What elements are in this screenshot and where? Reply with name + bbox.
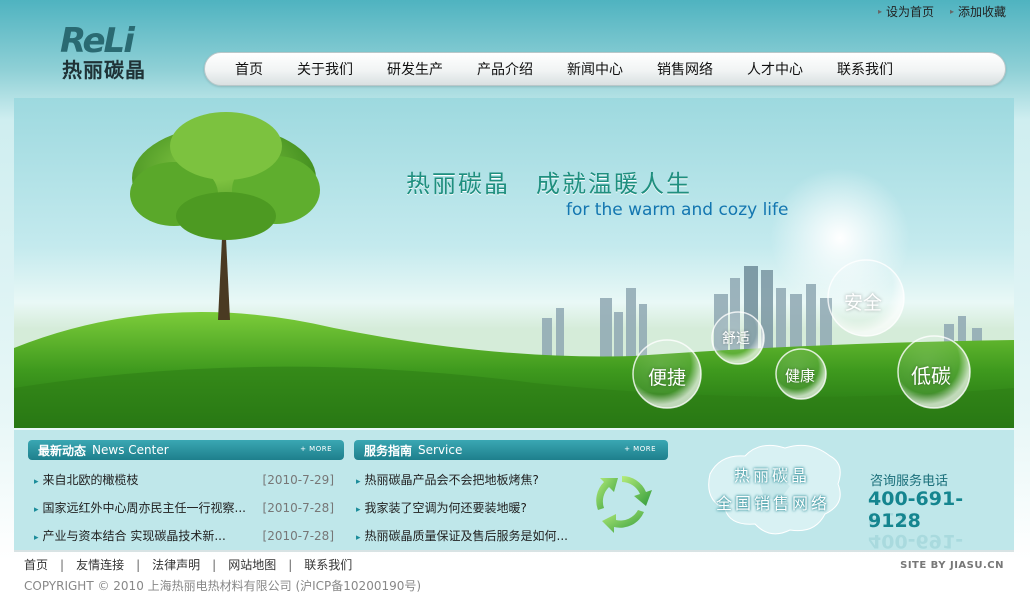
news-panel-header: 最新动态 News Center + MORE <box>28 440 344 460</box>
recycle-icon <box>596 476 652 533</box>
footer-divider <box>14 550 1014 552</box>
news-item-date: [2010-7-29] <box>262 473 334 487</box>
logo-en-text: ReLi <box>60 21 135 61</box>
nav-item-about[interactable]: 关于我们 <box>297 59 353 79</box>
main-nav: 首页 关于我们 研发生产 产品介绍 新闻中心 销售网络 人才中心 联系我们 <box>204 52 1006 86</box>
footer-links: 首页 | 友情连接 | 法律声明 | 网站地图 | 联系我们 <box>24 556 352 573</box>
arrow-icon: ▸ <box>949 7 954 16</box>
nav-item-home[interactable]: 首页 <box>235 59 263 79</box>
bubble-label-comfort: 舒适 <box>722 331 750 347</box>
hotline-reflection: 400-691-9128 <box>868 508 964 552</box>
service-title-cn: 服务指南 <box>364 443 413 458</box>
nav-item-news[interactable]: 新闻中心 <box>567 59 623 79</box>
nav-item-careers[interactable]: 人才中心 <box>747 59 803 79</box>
set-homepage-link[interactable]: ▸ 设为首页 <box>878 3 934 20</box>
list-item: ▸ 来自北欧的橄榄枝 [2010-7-29] <box>34 466 334 494</box>
bullet-icon: ▸ <box>356 477 361 487</box>
site-by-credit[interactable]: SITE BY JIASU.CN <box>900 560 1004 571</box>
news-more-link[interactable]: + MORE <box>300 445 332 453</box>
news-item-date: [2010-7-28] <box>262 529 334 543</box>
bullet-icon: ▸ <box>356 505 361 515</box>
footer-separator: | <box>60 557 65 572</box>
news-item-title[interactable]: 国家远红外中心周亦民主任一行视察... <box>43 501 246 515</box>
network-title: 热丽碳晶 <box>734 466 811 485</box>
service-item-title[interactable]: 热丽碳晶产品会不会把地板烤焦? <box>365 473 539 487</box>
site-logo[interactable]: ReLi 热丽碳晶 <box>60 24 160 82</box>
service-item-title[interactable]: 我家装了空调为何还要装地暖? <box>365 501 527 515</box>
info-section: 最新动态 News Center + MORE ▸ 来自北欧的橄榄枝 [2010-7… <box>14 430 1014 552</box>
slogan-en: for the warm and cozy life <box>566 200 789 220</box>
bullet-icon: ▸ <box>34 477 39 487</box>
service-item-title[interactable]: 热丽碳晶质量保证及售后服务是如何... <box>365 529 568 543</box>
footer-link-legal[interactable]: 法律声明 <box>152 556 200 573</box>
hotline-label: 咨询服务电话 <box>870 474 949 489</box>
footer-link-home[interactable]: 首页 <box>24 556 48 573</box>
network-subtitle: 全国销售网络 <box>716 494 831 513</box>
news-item-date: [2010-7-28] <box>262 501 334 515</box>
bubble-label-lowcarbon: 低碳 <box>911 364 951 388</box>
list-item: ▸ 热丽碳晶质量保证及售后服务是如何... <box>356 522 586 550</box>
footer-link-contact[interactable]: 联系我们 <box>304 556 352 573</box>
nav-item-sales-network[interactable]: 销售网络 <box>657 59 713 79</box>
list-item: ▸ 国家远红外中心周亦民主任一行视察... [2010-7-28] <box>34 494 334 522</box>
footer-link-sitemap[interactable]: 网站地图 <box>228 556 276 573</box>
news-list: ▸ 来自北欧的橄榄枝 [2010-7-29] ▸ 国家远红外中心周亦民主任一行视察..… <box>34 466 334 550</box>
bubble-label-convenience: 便捷 <box>648 367 687 389</box>
top-links: ▸ 设为首页 ▸ 添加收藏 <box>878 3 1006 20</box>
footer-separator: | <box>136 557 141 572</box>
footer-separator: | <box>288 557 293 572</box>
arrow-icon: ▸ <box>877 7 882 16</box>
service-more-link[interactable]: + MORE <box>624 445 656 453</box>
bullet-icon: ▸ <box>34 533 39 543</box>
news-title-en: News Center <box>92 443 169 457</box>
logo-cn-text: 热丽碳晶 <box>62 58 146 82</box>
bubble-label-safety: 安全 <box>844 292 883 314</box>
list-item: ▸ 我家装了空调为何还要装地暖? <box>356 494 586 522</box>
china-map-icon <box>708 444 841 535</box>
bullet-icon: ▸ <box>34 505 39 515</box>
service-title-en: Service <box>418 443 463 457</box>
copyright-text: COPYRIGHT © 2010 上海热丽电热材料有限公司 (沪ICP备1020… <box>24 579 422 593</box>
nav-item-contact[interactable]: 联系我们 <box>837 59 893 79</box>
bullet-icon: ▸ <box>356 533 361 543</box>
news-item-title[interactable]: 产业与资本结合 实现碳晶技术新... <box>43 529 226 543</box>
list-item: ▸ 热丽碳晶产品会不会把地板烤焦? <box>356 466 586 494</box>
add-favorite-link[interactable]: ▸ 添加收藏 <box>950 3 1006 20</box>
tree <box>130 112 320 320</box>
banner-scene <box>14 112 1014 428</box>
service-list: ▸ 热丽碳晶产品会不会把地板烤焦? ▸ 我家装了空调为何还要装地暖? ▸ 热丽碳晶质量… <box>356 466 586 550</box>
service-panel-header: 服务指南 Service + MORE <box>354 440 668 460</box>
footer-link-friends[interactable]: 友情连接 <box>76 556 124 573</box>
hero-banner: 热丽碳晶 成就温暖人生 for the warm and cozy life 安… <box>14 98 1014 428</box>
footer-separator: | <box>212 557 217 572</box>
nav-item-products[interactable]: 产品介绍 <box>477 59 533 79</box>
news-title-cn: 最新动态 <box>38 443 87 458</box>
list-item: ▸ 产业与资本结合 实现碳晶技术新... [2010-7-28] <box>34 522 334 550</box>
news-item-title[interactable]: 来自北欧的橄榄枝 <box>43 473 139 487</box>
slogan-cn: 热丽碳晶 成就温暖人生 <box>406 170 692 198</box>
nav-item-rnd[interactable]: 研发生产 <box>387 59 443 79</box>
bubble-label-health: 健康 <box>785 367 816 385</box>
